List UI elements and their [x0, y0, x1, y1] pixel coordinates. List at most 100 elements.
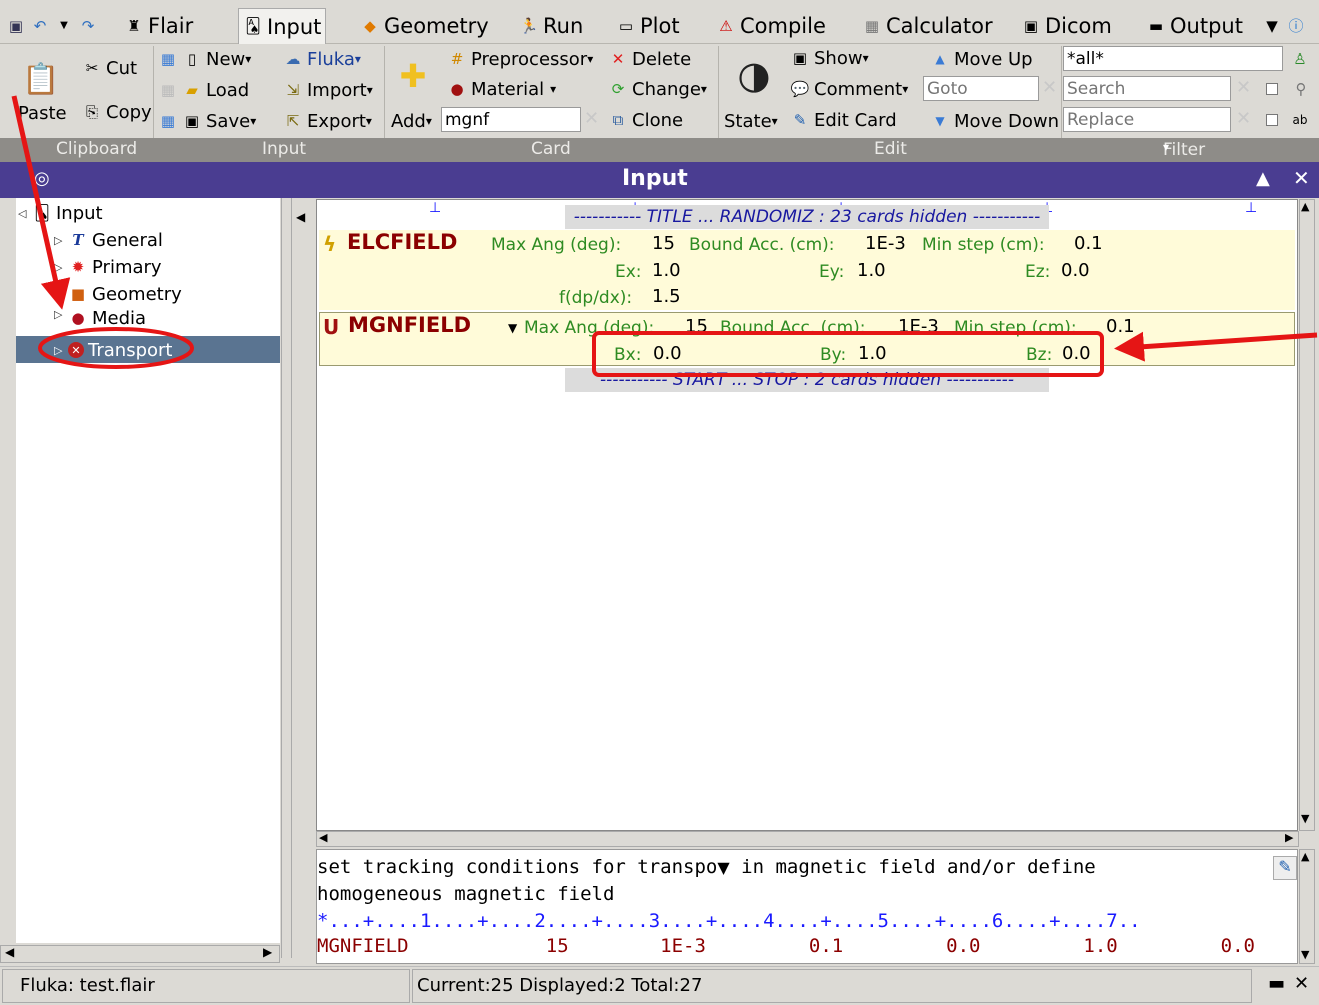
scroll-right-icon[interactable]: ▶: [1285, 831, 1293, 844]
tab-output[interactable]: ▬ Output: [1146, 10, 1243, 42]
field-value[interactable]: 15: [652, 233, 675, 254]
edit-card-button[interactable]: ✎ Edit Card: [790, 107, 897, 133]
input-tree[interactable]: ◁ 🂡 Input ▷ T General ▷ ✹ Primary ■ Geometry ▷ ●…: [16, 198, 280, 943]
replace-checkbox[interactable]: [1266, 114, 1278, 126]
clone-button[interactable]: ⧉ Clone: [608, 107, 683, 133]
comment-button[interactable]: 💬 Comment ▾: [790, 76, 909, 102]
card-editor[interactable]: ⊥ ⊥ ⊥ ⊥ ⊥ ----------- TITLE ... RANDOMIZ…: [316, 199, 1298, 831]
redo-icon[interactable]: ↷: [78, 16, 98, 36]
tab-geometry[interactable]: ◆ Geometry: [360, 10, 489, 42]
export-button[interactable]: ⇱ Export ▾: [283, 108, 372, 134]
preprocessor-button[interactable]: # Preprocessor ▾: [447, 46, 594, 72]
tree-item-geometry[interactable]: ■ Geometry: [68, 281, 182, 307]
hidden-cards-top[interactable]: ----------- TITLE ... RANDOMIZ : 23 card…: [565, 205, 1049, 229]
description-scrollbar[interactable]: ▲ ▼: [1299, 849, 1315, 964]
material-button[interactable]: ● Material ▾: [447, 76, 556, 102]
move-down-button[interactable]: ▼ Move Down: [930, 108, 1059, 134]
expand-icon[interactable]: ▷: [54, 234, 68, 247]
target-icon[interactable]: ◎: [34, 168, 50, 189]
delete-button[interactable]: ✕ Delete: [608, 46, 691, 72]
clear-icon[interactable]: ✕: [1042, 77, 1057, 98]
chevron-down-icon[interactable]: ▼: [717, 858, 729, 877]
search-checkbox[interactable]: [1266, 83, 1278, 95]
field-value[interactable]: 1.0: [857, 260, 886, 281]
chevron-down-icon[interactable]: ▼: [54, 16, 74, 36]
cut-button[interactable]: ✂ Cut: [82, 55, 137, 81]
state-icon[interactable]: ◑: [733, 50, 779, 100]
card-elcfield[interactable]: ϟ ELCFIELD Max Ang (deg): 15 Bound Acc. …: [319, 230, 1295, 310]
tree-item-media[interactable]: ▷ ● Media: [54, 308, 146, 326]
tools-icon[interactable]: ✕: [1294, 973, 1309, 994]
scroll-up-icon[interactable]: ▲: [1301, 200, 1309, 213]
clear-icon[interactable]: ✕: [1236, 108, 1251, 129]
scroll-left-icon[interactable]: ◀: [319, 831, 327, 844]
field-value[interactable]: 1.0: [652, 260, 681, 281]
expand-icon[interactable]: ▷: [54, 261, 68, 274]
field-value[interactable]: 1E-3: [898, 316, 939, 337]
import-button[interactable]: ⇲ Import ▾: [283, 77, 373, 103]
scroll-right-icon[interactable]: ▶: [263, 945, 272, 959]
tree-item-primary[interactable]: ▷ ✹ Primary: [54, 254, 162, 280]
raw-card-line[interactable]: MGNFIELD 15 1E-3 0.1 0.0 1.0 0.0: [317, 935, 1255, 957]
field-value[interactable]: 0.1: [1106, 316, 1135, 337]
goto-input[interactable]: [923, 76, 1039, 101]
editor-vertical-scrollbar[interactable]: ▲ ▼: [1299, 199, 1315, 831]
paste-icon[interactable]: 📋: [22, 58, 62, 102]
expand-icon[interactable]: ◁: [18, 207, 32, 220]
add-card-input[interactable]: [441, 107, 581, 132]
replace-input[interactable]: [1063, 107, 1231, 132]
tab-flair[interactable]: ♜ Flair: [124, 10, 193, 42]
field-value[interactable]: 15: [685, 316, 708, 337]
add-icon[interactable]: ✚: [396, 54, 434, 98]
field-value[interactable]: 1.0: [858, 343, 887, 364]
tab-calculator[interactable]: ▦ Calculator: [862, 10, 993, 42]
move-up-button[interactable]: ▲ Move Up: [930, 46, 1032, 72]
replace-icon[interactable]: ab: [1290, 107, 1314, 133]
tab-menu-arrow[interactable]: ▼ ⓘ: [1262, 10, 1310, 42]
field-value[interactable]: 0.0: [1061, 260, 1090, 281]
state-button[interactable]: State ▾: [724, 108, 778, 134]
tab-run[interactable]: 🏃 Run: [519, 10, 584, 42]
expand-icon[interactable]: ▷: [54, 344, 68, 357]
filter-person-icon[interactable]: ♙: [1290, 46, 1314, 72]
tree-item-general[interactable]: ▷ T General: [54, 227, 163, 253]
tree-item-transport[interactable]: ▷ ✕ Transport: [54, 337, 172, 363]
fluka-button[interactable]: ☁ Fluka ▾: [283, 46, 361, 72]
change-button[interactable]: ⟳ Change ▾: [608, 76, 707, 102]
tab-compile[interactable]: ⚠ Compile: [716, 10, 826, 42]
tree-horizontal-scrollbar[interactable]: ◀ ▶: [0, 945, 280, 963]
tab-plot[interactable]: ▭ Plot: [616, 10, 680, 42]
tab-input[interactable]: 🂡 Input: [238, 8, 327, 44]
scroll-left-icon[interactable]: ◀: [5, 945, 14, 959]
paste-button[interactable]: Paste: [18, 100, 67, 126]
close-icon[interactable]: ✕: [1293, 166, 1310, 190]
chevron-down-icon[interactable]: ▼: [508, 321, 517, 335]
field-value[interactable]: 0.0: [1062, 343, 1091, 364]
terminal-icon[interactable]: ▬: [1268, 973, 1285, 994]
maximize-icon[interactable]: ▲: [1256, 168, 1270, 189]
show-button[interactable]: ▣ Show ▾: [790, 45, 869, 71]
field-value[interactable]: 0.1: [1074, 233, 1103, 254]
card-mgnfield[interactable]: Ս MGNFIELD ▼ Max Ang (deg): 15 Bound Acc…: [319, 312, 1295, 366]
info-icon[interactable]: ⓘ: [1286, 16, 1306, 36]
scroll-down-icon[interactable]: ▼: [1301, 948, 1309, 961]
field-value[interactable]: 1.5: [652, 286, 681, 307]
expand-icon[interactable]: ▷: [54, 308, 68, 321]
field-value[interactable]: 1E-3: [865, 233, 906, 254]
clear-icon[interactable]: ✕: [584, 108, 599, 129]
scroll-up-icon[interactable]: ▲: [1301, 850, 1309, 863]
collapse-icon[interactable]: ◀: [296, 210, 305, 224]
filter-input[interactable]: [1063, 46, 1283, 71]
tab-dicom[interactable]: ▣ Dicom: [1021, 10, 1112, 42]
load-button[interactable]: ▦ ▰ Load: [158, 77, 249, 103]
tree-item-input[interactable]: ◁ 🂡 Input: [18, 200, 103, 226]
copy-button[interactable]: ⎘ Copy: [82, 99, 152, 125]
scroll-down-icon[interactable]: ▼: [1301, 812, 1309, 825]
search-input[interactable]: [1063, 76, 1231, 101]
hidden-cards-bottom[interactable]: ----------- START ... STOP : 2 cards hid…: [565, 368, 1049, 392]
edit-pencil-icon[interactable]: ✎: [1273, 856, 1297, 880]
new-button[interactable]: ▦ ▯ New ▾: [158, 46, 251, 72]
clear-icon[interactable]: ✕: [1236, 77, 1251, 98]
undo-icon[interactable]: ↶: [30, 16, 50, 36]
pane-splitter[interactable]: [281, 198, 292, 958]
